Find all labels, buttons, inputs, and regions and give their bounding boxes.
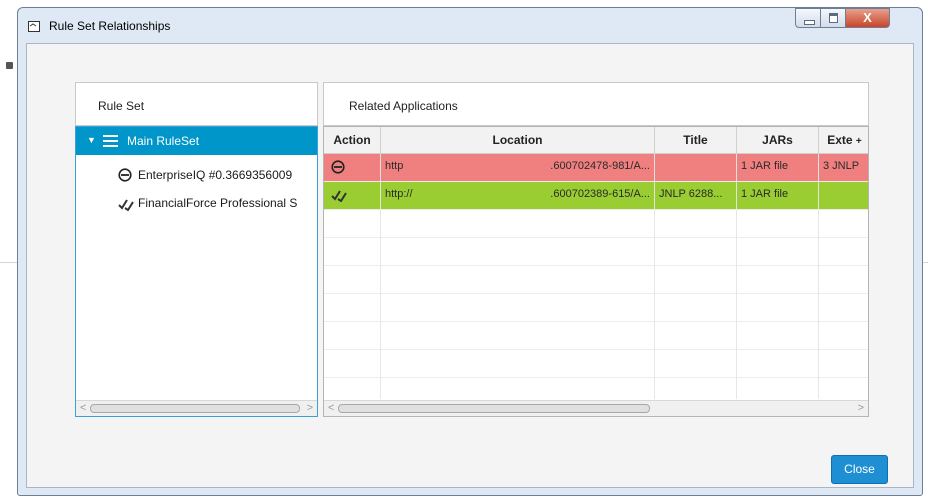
tree-item-main-ruleset[interactable]: ▼ Main RuleSet bbox=[76, 127, 317, 155]
background-divider bbox=[0, 262, 17, 263]
table-horizontal-scrollbar[interactable]: < > bbox=[324, 400, 868, 416]
empty-row bbox=[324, 266, 868, 294]
location-prefix: http bbox=[385, 160, 404, 172]
tree-item-label: EnterpriseIQ #0.3669356009 bbox=[138, 168, 293, 182]
column-header-location[interactable]: Location bbox=[381, 127, 655, 153]
dialog-content: Rule Set Related Applications ▼ Main Rul… bbox=[26, 43, 914, 488]
close-icon: X bbox=[863, 10, 872, 25]
action-cell bbox=[324, 154, 381, 181]
rule-set-header-label: Rule Set bbox=[98, 99, 145, 113]
location-prefix: http:// bbox=[385, 188, 413, 200]
scroll-left-arrow-icon[interactable]: < bbox=[328, 401, 334, 416]
location-cell: http:// .600702389-615/A... bbox=[381, 182, 655, 209]
tree-item-financialforce[interactable]: FinancialForce Professional S bbox=[76, 189, 317, 217]
column-header-action[interactable]: Action bbox=[324, 127, 381, 153]
double-check-icon bbox=[118, 199, 134, 211]
table-row[interactable]: http:// .600702389-615/A... JNLP 6288...… bbox=[324, 182, 868, 210]
menu-lines-icon bbox=[103, 135, 118, 147]
tree-item-enterpriseiq[interactable]: EnterpriseIQ #0.3669356009 bbox=[76, 161, 317, 189]
close-button[interactable]: Close bbox=[831, 455, 888, 484]
jars-cell: 1 JAR file bbox=[737, 182, 819, 209]
column-divider bbox=[818, 210, 819, 399]
column-divider bbox=[736, 210, 737, 399]
window-close-button[interactable]: X bbox=[845, 8, 890, 28]
scroll-thumb[interactable] bbox=[90, 404, 300, 413]
maximize-button[interactable] bbox=[820, 8, 846, 28]
empty-row bbox=[324, 350, 868, 378]
window-title: Rule Set Relationships bbox=[49, 19, 171, 33]
block-circle-icon bbox=[118, 168, 132, 182]
expand-triangle-icon[interactable]: ▼ bbox=[87, 135, 96, 145]
column-divider bbox=[654, 210, 655, 399]
related-applications-header-label: Related Applications bbox=[349, 99, 458, 113]
app-icon bbox=[28, 21, 40, 32]
column-header-extensions[interactable]: Exte + bbox=[819, 127, 868, 153]
scroll-left-arrow-icon[interactable]: < bbox=[80, 401, 86, 416]
rule-set-tree[interactable]: ▼ Main RuleSet EnterpriseIQ #0.366935600… bbox=[75, 126, 318, 417]
title-cell: JNLP 6288... bbox=[655, 182, 737, 209]
column-header-label: Exte bbox=[827, 133, 853, 147]
scroll-right-arrow-icon[interactable]: > bbox=[307, 401, 313, 416]
tree-item-label: Main RuleSet bbox=[127, 134, 200, 148]
double-check-icon bbox=[331, 190, 347, 202]
extensions-cell: 3 JNLP bbox=[823, 160, 860, 172]
minimize-button[interactable] bbox=[795, 8, 821, 28]
empty-row bbox=[324, 210, 868, 238]
extensions-cell bbox=[819, 182, 868, 209]
column-sort-indicator: + bbox=[855, 136, 862, 147]
empty-row bbox=[324, 238, 868, 266]
tree-horizontal-scrollbar[interactable]: < > bbox=[76, 400, 317, 416]
dialog-window: Rule Set Relationships X Rule Set Relate… bbox=[17, 7, 923, 496]
block-circle-icon bbox=[331, 160, 345, 174]
title-bar[interactable]: Rule Set Relationships X bbox=[18, 8, 922, 44]
scroll-thumb[interactable] bbox=[338, 404, 650, 413]
table-header-row: Action Location Title JARs Exte + bbox=[324, 127, 868, 154]
location-suffix: .600702389-615/A... bbox=[550, 188, 650, 200]
tree-item-label: FinancialForce Professional S bbox=[138, 196, 298, 210]
related-applications-table[interactable]: Action Location Title JARs Exte + http .… bbox=[323, 126, 869, 417]
background-mark bbox=[6, 62, 13, 69]
location-cell: http .600702478-981/A... bbox=[381, 154, 655, 181]
column-divider bbox=[380, 210, 381, 399]
title-cell bbox=[655, 154, 737, 181]
action-cell bbox=[324, 182, 381, 209]
jars-cell: 1 JAR file bbox=[737, 154, 819, 181]
scroll-right-arrow-icon[interactable]: > bbox=[858, 401, 864, 416]
empty-row bbox=[324, 322, 868, 350]
related-applications-header: Related Applications bbox=[323, 82, 869, 126]
empty-row bbox=[324, 294, 868, 322]
location-suffix: .600702478-981/A... bbox=[550, 160, 650, 172]
column-header-title[interactable]: Title bbox=[655, 127, 737, 153]
table-row[interactable]: http .600702478-981/A... 1 JAR file 3 JN… bbox=[324, 154, 868, 182]
rule-set-header: Rule Set bbox=[75, 82, 318, 126]
column-header-jars[interactable]: JARs bbox=[737, 127, 819, 153]
